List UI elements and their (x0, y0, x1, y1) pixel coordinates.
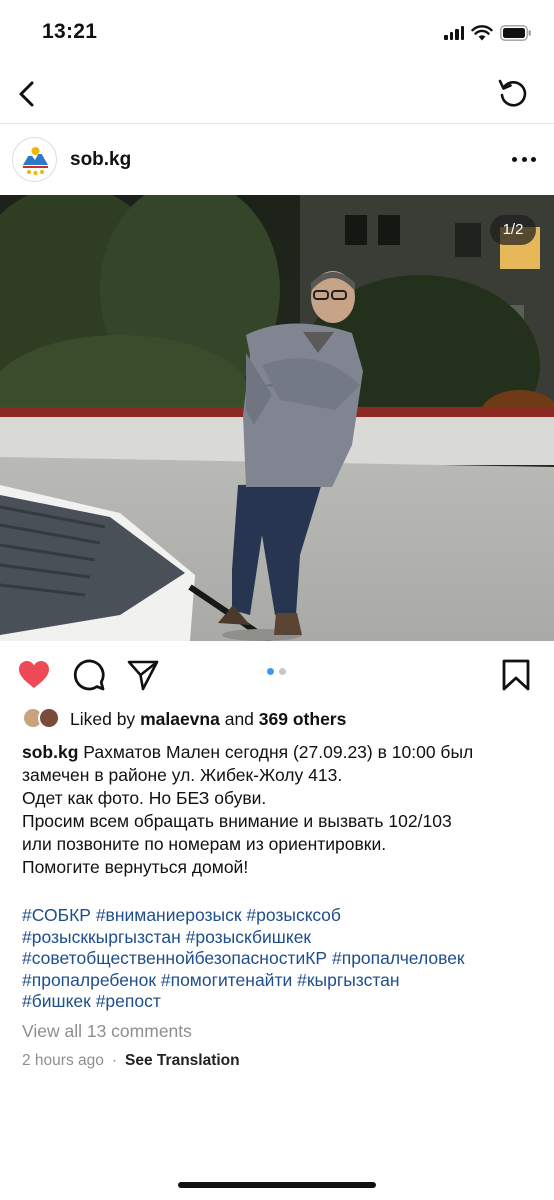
heart-icon[interactable] (17, 658, 51, 692)
hashtag[interactable]: #розыскбишкек (186, 927, 311, 947)
caption-line: Просим всем обращать внимание и вызвать … (22, 811, 452, 831)
post-time: 2 hours ago (22, 1052, 104, 1069)
hashtag[interactable]: #розыскcоб (246, 905, 341, 925)
post-username[interactable]: sob.kg (70, 149, 131, 171)
more-options-button[interactable] (512, 149, 536, 169)
send-icon[interactable] (126, 658, 160, 692)
carousel-dot-active (267, 668, 274, 675)
carousel-dot (279, 668, 286, 675)
wifi-icon (471, 25, 493, 41)
refresh-icon[interactable] (496, 76, 530, 110)
hashtag[interactable]: #репост (96, 991, 161, 1011)
home-indicator (178, 1182, 376, 1188)
top-navigation (0, 64, 554, 124)
hashtags: #СОБКР #вниманиерозыск #розыскcоб #розыс… (22, 905, 547, 1013)
see-translation-link[interactable]: See Translation (125, 1052, 240, 1070)
hashtag[interactable]: #розысккыргызстан (22, 927, 181, 947)
status-bar: 13:21 (0, 0, 554, 64)
caption-line: замечен в районе ул. Жибек-Жолу 413. (22, 765, 343, 785)
hashtag[interactable]: #пропалчеловек (332, 948, 465, 968)
hashtag[interactable]: #пропалребенок (22, 970, 156, 990)
likes-others[interactable]: 369 others (259, 709, 347, 730)
signal-icon (444, 26, 464, 40)
likes-prefix: Liked by (70, 708, 136, 729)
caption-line: или позвоните по номерам из ориентировки… (22, 834, 387, 854)
hashtag[interactable]: #бишкек (22, 991, 91, 1011)
caption-line: Помогите вернуться домой! (22, 857, 249, 877)
bookmark-icon[interactable] (499, 658, 533, 692)
post-photo[interactable]: 1/2 (0, 195, 554, 641)
hashtag[interactable]: #СОБКР (22, 905, 91, 925)
hashtag[interactable]: #кыргызстан (297, 970, 399, 990)
carousel-dots (267, 668, 286, 675)
post-meta: 2 hours ago · See Translation (22, 1052, 240, 1070)
status-time: 13:21 (42, 20, 98, 43)
liker-avatar (38, 707, 60, 729)
hashtag[interactable]: #помогитенайти (161, 970, 292, 990)
hashtag[interactable]: #советобщественнойбезопасностиКР (22, 948, 327, 968)
caption-line: Рахматов Мален сегодня (27.09.23) в 10:0… (83, 742, 474, 762)
logo-icon (15, 140, 56, 181)
caption-username[interactable]: sob.kg (22, 742, 78, 762)
post-header: sob.kg (0, 125, 554, 195)
caption-line: Одет как фото. Но БЕЗ обуви. (22, 788, 267, 808)
liker-username[interactable]: malaevna (140, 709, 220, 730)
status-icons (444, 24, 532, 42)
comment-icon[interactable] (72, 658, 106, 692)
view-comments-link[interactable]: View all 13 comments (22, 1021, 192, 1042)
battery-icon (500, 25, 531, 41)
chevron-left-icon[interactable] (12, 78, 44, 110)
action-bar (0, 650, 554, 700)
avatar[interactable] (12, 137, 57, 182)
post-caption: sob.kg Рахматов Мален сегодня (27.09.23)… (22, 741, 542, 879)
image-counter: 1/2 (490, 215, 536, 245)
liker-avatars (22, 707, 62, 731)
hashtag[interactable]: #вниманиерозыск (96, 905, 242, 925)
more-horizontal-icon (512, 156, 517, 162)
meta-separator: · (111, 1052, 118, 1069)
likes-middle: and (224, 708, 254, 729)
photo-scene (0, 195, 554, 641)
likes-row[interactable]: Liked by malaevna and 369 others (22, 706, 346, 732)
